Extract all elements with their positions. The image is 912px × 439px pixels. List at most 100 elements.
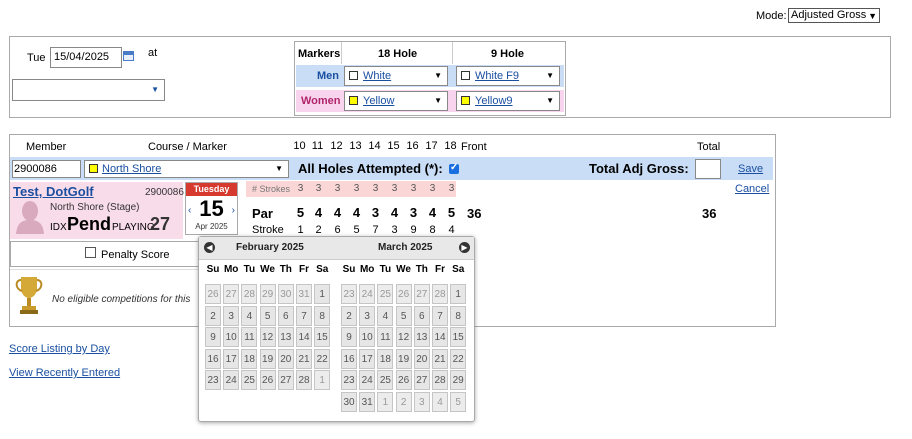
calendar-day[interactable]: 23	[341, 284, 357, 304]
cancel-link[interactable]: Cancel	[735, 183, 769, 195]
recently-entered-link[interactable]: View Recently Entered	[9, 367, 120, 379]
calendar-day[interactable]: 12	[395, 327, 412, 348]
calendar-day[interactable]: 26	[395, 370, 412, 391]
calendar-day[interactable]: 11	[241, 327, 258, 348]
calendar-day[interactable]: 4	[241, 305, 258, 326]
calendar-day[interactable]: 26	[259, 370, 276, 391]
calendar-day[interactable]: 1	[450, 284, 467, 304]
calendar-day[interactable]: 10	[223, 327, 240, 348]
calendar-day[interactable]: 18	[377, 348, 394, 369]
calendar-day[interactable]: 1	[377, 392, 394, 412]
calendar-day[interactable]: 20	[413, 348, 430, 369]
calendar-day[interactable]: 27	[413, 284, 430, 304]
calendar-day[interactable]: 24	[223, 370, 240, 391]
calendar-day[interactable]: 26	[205, 284, 221, 304]
calendar-day[interactable]: 10	[359, 327, 376, 348]
calendar-day[interactable]: 3	[413, 392, 430, 412]
calendar-day[interactable]: 1	[314, 370, 331, 391]
tee-time-select[interactable]: ▼	[12, 79, 165, 101]
calendar-day[interactable]: 9	[341, 327, 357, 348]
total-adj-input[interactable]	[695, 159, 721, 179]
calendar-day[interactable]: 3	[359, 305, 376, 326]
calendar-day[interactable]: 20	[277, 348, 294, 369]
women-18-select[interactable]: Yellow ▼	[344, 91, 448, 111]
calendar-day[interactable]: 24	[359, 284, 376, 304]
calendar-day[interactable]: 25	[377, 370, 394, 391]
prev-month-icon[interactable]: ◀	[204, 242, 215, 253]
score-listing-link[interactable]: Score Listing by Day	[9, 343, 110, 355]
calendar-day[interactable]: 31	[296, 284, 312, 304]
calendar-icon[interactable]	[123, 51, 134, 61]
calendar-day[interactable]: 13	[413, 327, 430, 348]
calendar-day[interactable]: 27	[277, 370, 294, 391]
calendar-day[interactable]: 8	[450, 305, 467, 326]
calendar-day[interactable]: 22	[314, 348, 331, 369]
calendar-day[interactable]: 3	[223, 305, 240, 326]
calendar-day[interactable]: 27	[413, 370, 430, 391]
calendar-day[interactable]: 22	[450, 348, 467, 369]
mode-select[interactable]: Adjusted Gross ▼	[788, 8, 880, 23]
date-input[interactable]: 15/04/2025	[50, 47, 122, 68]
men-9-select[interactable]: White F9 ▼	[456, 66, 560, 86]
calendar-day[interactable]: 21	[432, 348, 448, 369]
calendar-day[interactable]: 17	[359, 348, 376, 369]
calendar-day[interactable]: 15	[450, 327, 467, 348]
calendar-day[interactable]: 2	[341, 305, 357, 326]
calendar-day[interactable]: 26	[395, 284, 412, 304]
next-month-icon[interactable]: ▶	[459, 242, 470, 253]
calendar-day[interactable]: 11	[377, 327, 394, 348]
calendar-day[interactable]: 30	[277, 284, 294, 304]
men-18-select[interactable]: White ▼	[344, 66, 448, 86]
calendar-day[interactable]: 27	[223, 284, 240, 304]
calendar-day[interactable]: 21	[296, 348, 312, 369]
calendar-day[interactable]: 25	[377, 284, 394, 304]
prev-day-icon[interactable]: ‹	[188, 205, 191, 216]
calendar-day[interactable]: 23	[341, 370, 357, 391]
save-link[interactable]: Save	[738, 163, 763, 175]
calendar-day[interactable]: 1	[314, 284, 331, 304]
calendar-day[interactable]: 9	[205, 327, 221, 348]
calendar-day[interactable]: 13	[277, 327, 294, 348]
calendar-day[interactable]: 31	[359, 392, 376, 412]
calendar-day[interactable]: 8	[314, 305, 331, 326]
calendar-day[interactable]: 12	[259, 327, 276, 348]
calendar-day[interactable]: 7	[296, 305, 312, 326]
calendar-day[interactable]: 14	[296, 327, 312, 348]
calendar-day[interactable]: 24	[359, 370, 376, 391]
calendar-day[interactable]: 25	[241, 370, 258, 391]
calendar-day[interactable]: 28	[432, 370, 448, 391]
calendar-day[interactable]: 28	[432, 284, 448, 304]
calendar-day[interactable]: 4	[377, 305, 394, 326]
calendar-day[interactable]: 5	[259, 305, 276, 326]
all-holes-checkbox[interactable]	[449, 162, 459, 174]
calendar-day[interactable]: 15	[314, 327, 331, 348]
calendar-day[interactable]: 6	[413, 305, 430, 326]
member-id-input[interactable]: 2900086	[12, 160, 81, 178]
total-adj-label: Total Adj Gross:	[589, 161, 689, 176]
calendar-day[interactable]: 18	[241, 348, 258, 369]
calendar-day[interactable]: 16	[341, 348, 357, 369]
calendar-day[interactable]: 5	[450, 392, 467, 412]
calendar-day[interactable]: 16	[205, 348, 221, 369]
calendar-day[interactable]: 19	[259, 348, 276, 369]
women-9-select[interactable]: Yellow9 ▼	[456, 91, 560, 111]
calendar-day[interactable]: 28	[296, 370, 312, 391]
calendar-day[interactable]: 30	[341, 392, 357, 412]
calendar-day[interactable]: 2	[395, 392, 412, 412]
calendar-day[interactable]: 2	[205, 305, 221, 326]
calendar-day[interactable]: 7	[432, 305, 448, 326]
calendar-day[interactable]: 29	[450, 370, 467, 391]
calendar-day[interactable]: 6	[277, 305, 294, 326]
next-day-icon[interactable]: ›	[232, 205, 235, 216]
player-name[interactable]: Test, DotGolf	[13, 184, 94, 199]
calendar-day[interactable]: 4	[432, 392, 448, 412]
calendar-day[interactable]: 23	[205, 370, 221, 391]
penalty-checkbox[interactable]	[85, 247, 96, 258]
calendar-day[interactable]: 29	[259, 284, 276, 304]
calendar-day[interactable]: 5	[395, 305, 412, 326]
calendar-day[interactable]: 28	[241, 284, 258, 304]
calendar-day[interactable]: 19	[395, 348, 412, 369]
calendar-day[interactable]: 17	[223, 348, 240, 369]
course-select[interactable]: North Shore ▼	[84, 160, 289, 178]
calendar-day[interactable]: 14	[432, 327, 448, 348]
